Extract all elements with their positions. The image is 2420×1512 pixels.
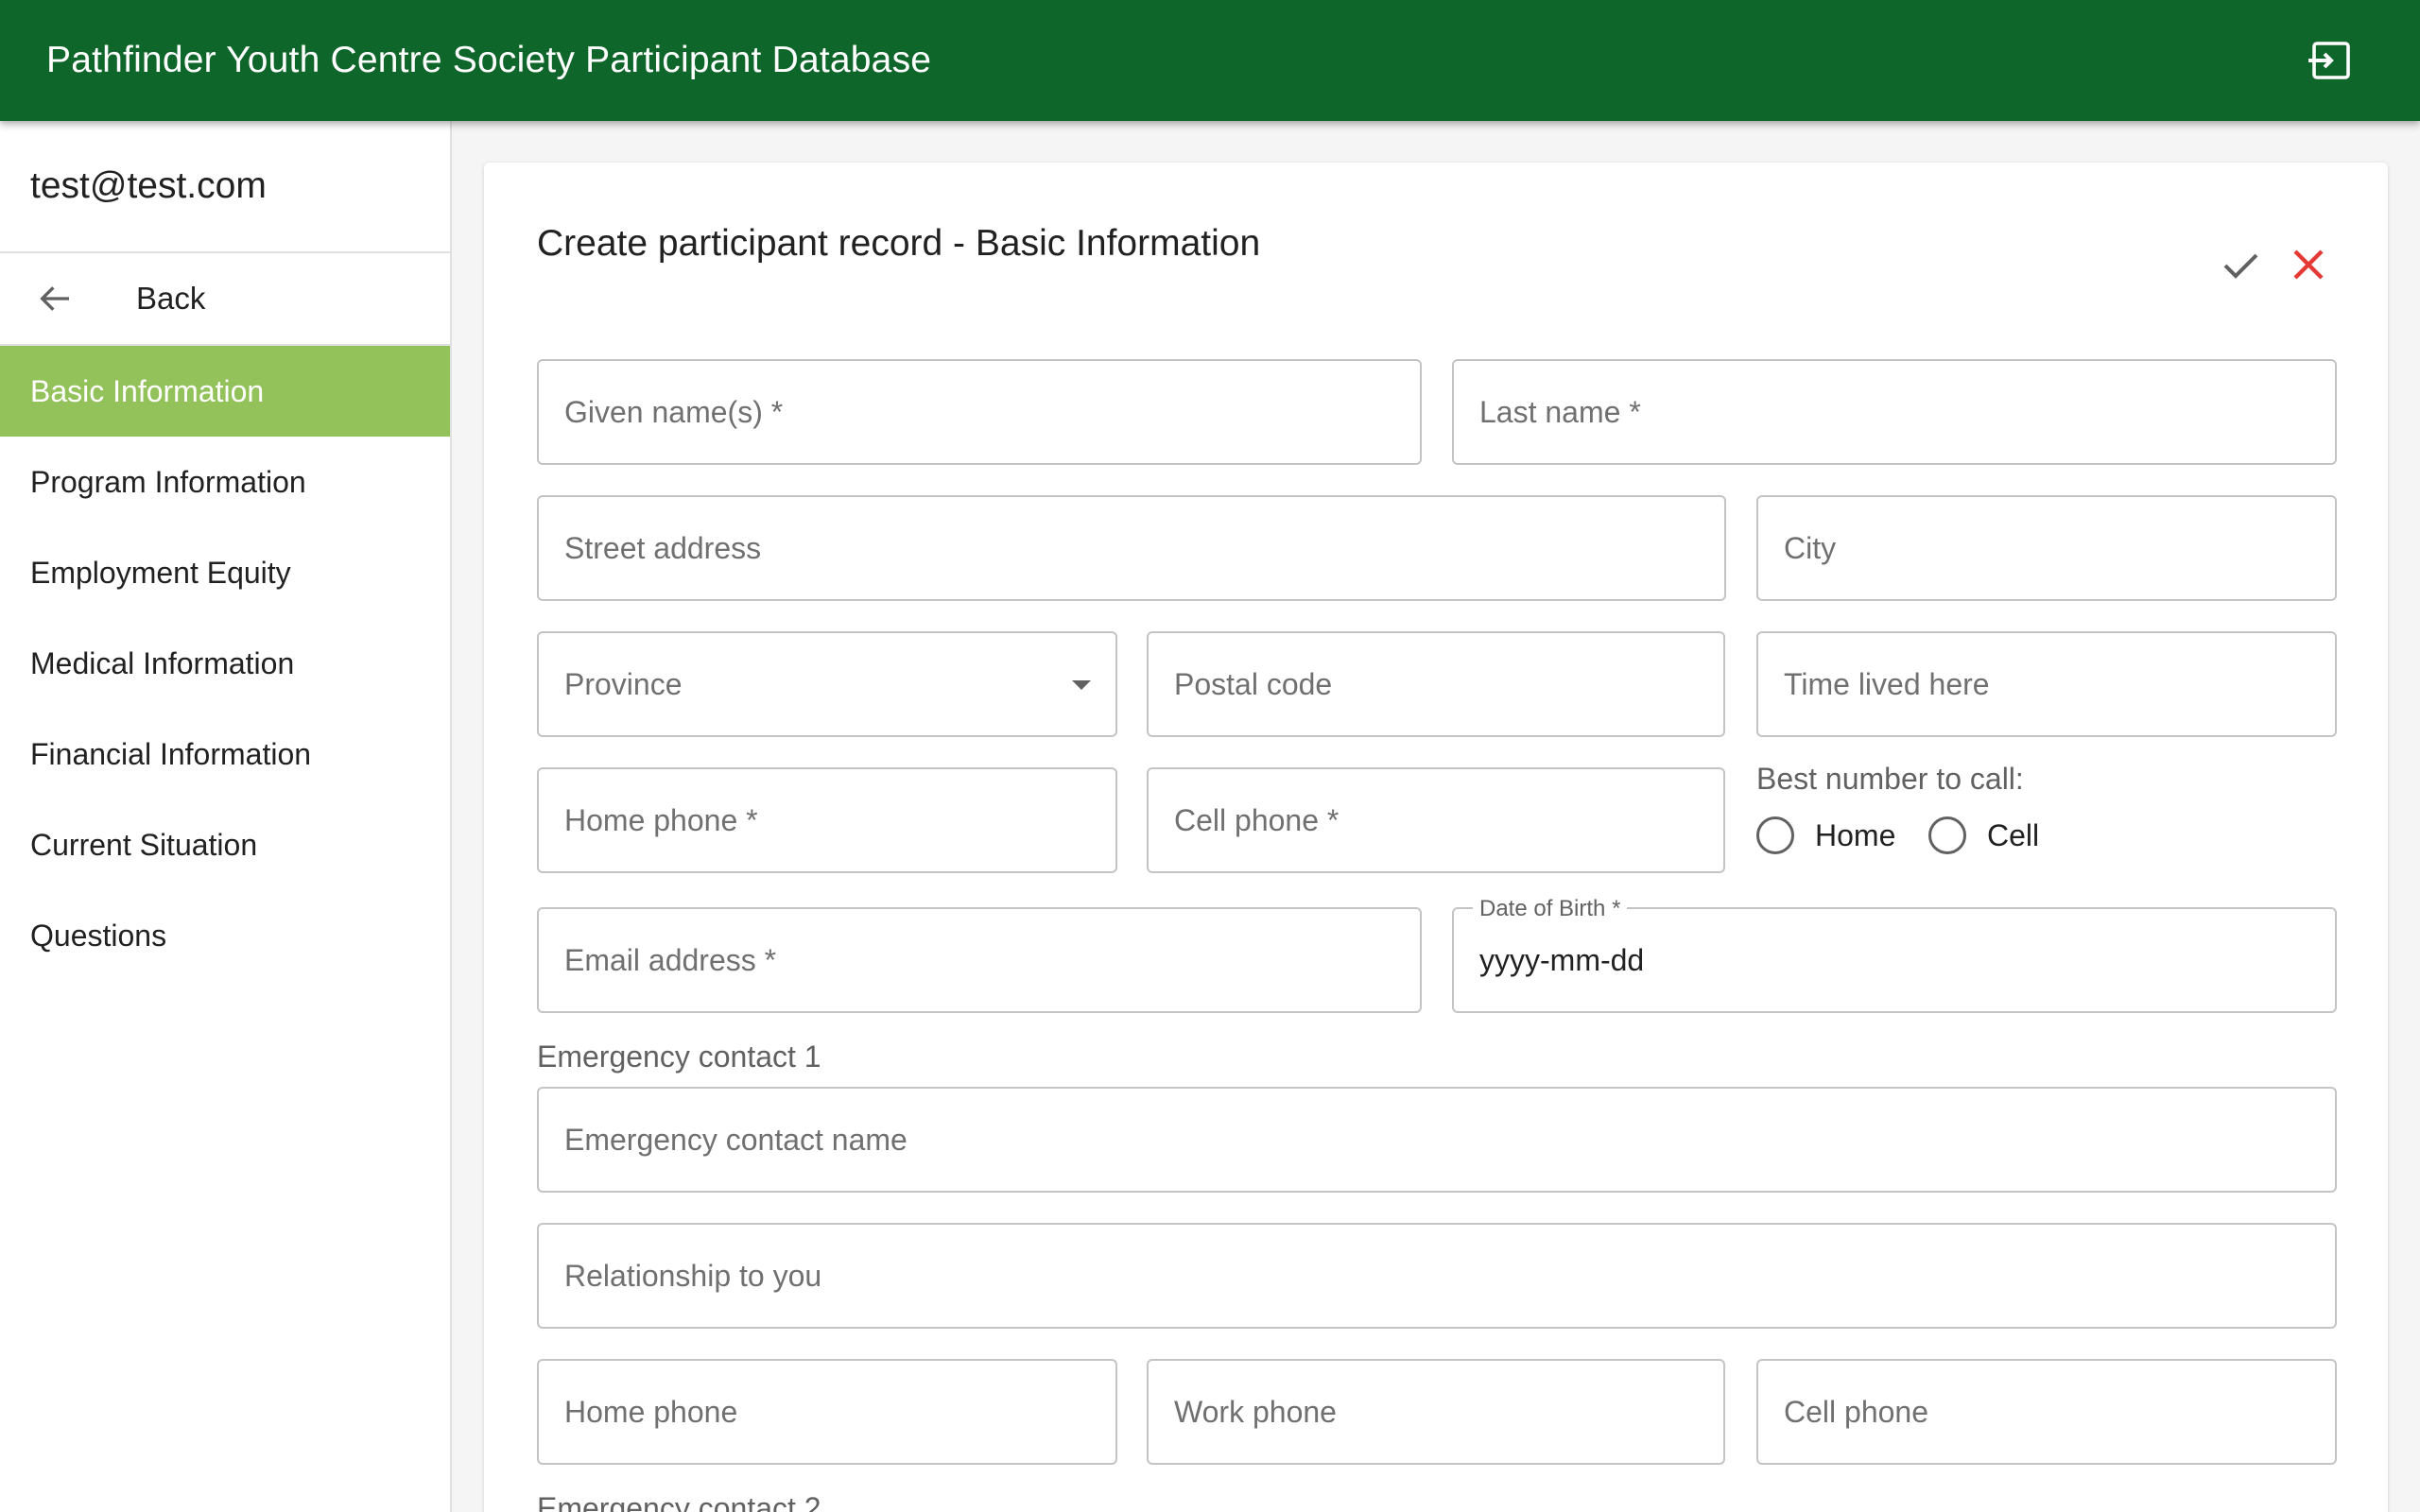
emergency-cell-phone-input[interactable] (1784, 1361, 2335, 1463)
sidebar-item-medical-information[interactable]: Medical Information (0, 618, 450, 709)
sidebar-item-financial-information[interactable]: Financial Information (0, 709, 450, 799)
last-name-field[interactable] (1452, 359, 2337, 465)
save-check-icon[interactable] (2218, 242, 2263, 287)
dropdown-arrow-icon (1072, 680, 1091, 690)
cancel-close-icon[interactable] (2286, 242, 2331, 287)
sidebar-item-employment-equity[interactable]: Employment Equity (0, 527, 450, 618)
postal-code-input[interactable] (1174, 633, 1723, 735)
emergency-work-phone-field[interactable] (1147, 1359, 1725, 1465)
emergency-home-phone-field[interactable] (537, 1359, 1117, 1465)
relationship-field[interactable] (537, 1223, 2337, 1329)
date-of-birth-label: Date of Birth * (1473, 896, 1628, 922)
radio-cell[interactable]: Cell (1928, 816, 2039, 854)
sidebar-item-current-situation[interactable]: Current Situation (0, 799, 450, 890)
cell-phone-field[interactable] (1147, 767, 1725, 873)
form-card: Create participant record - Basic Inform… (484, 163, 2388, 1512)
street-address-input[interactable] (564, 497, 1724, 599)
logout-icon[interactable] (2308, 38, 2354, 83)
last-name-input[interactable] (1479, 361, 2335, 463)
given-name-field[interactable] (537, 359, 1422, 465)
city-input[interactable] (1784, 497, 2335, 599)
home-phone-field[interactable] (537, 767, 1117, 873)
email-field[interactable] (537, 907, 1422, 1013)
radio-home[interactable]: Home (1756, 816, 1895, 854)
back-button[interactable]: Back (0, 253, 450, 346)
sidebar-item-questions[interactable]: Questions (0, 890, 450, 981)
emergency-contact-name-input[interactable] (564, 1089, 2335, 1191)
emergency-work-phone-input[interactable] (1174, 1361, 1723, 1463)
time-lived-here-field[interactable] (1756, 631, 2337, 737)
relationship-input[interactable] (564, 1225, 2335, 1327)
radio-circle-icon[interactable] (1928, 816, 1966, 854)
sidebar-item-basic-information[interactable]: Basic Information (0, 346, 450, 437)
user-email: test@test.com (0, 121, 450, 253)
province-select[interactable]: Province (537, 631, 1117, 737)
street-address-field[interactable] (537, 495, 1726, 601)
email-input[interactable] (564, 909, 1420, 1011)
form-title: Create participant record - Basic Inform… (537, 223, 1261, 264)
province-placeholder: Province (564, 666, 683, 701)
sidebar-item-program-information[interactable]: Program Information (0, 437, 450, 527)
city-field[interactable] (1756, 495, 2337, 601)
emergency-cell-phone-field[interactable] (1756, 1359, 2337, 1465)
sidebar: test@test.com Back Basic Information Pro… (0, 121, 452, 1512)
date-of-birth-field[interactable]: Date of Birth * yyyy-mm-dd (1452, 896, 2337, 1013)
radio-circle-icon[interactable] (1756, 816, 1794, 854)
arrow-left-icon (36, 280, 74, 318)
emergency-contact-1-heading: Emergency contact 1 (537, 1040, 821, 1074)
date-of-birth-value[interactable]: yyyy-mm-dd (1479, 943, 1644, 978)
postal-code-field[interactable] (1147, 631, 1725, 737)
time-lived-here-input[interactable] (1784, 633, 2335, 735)
home-phone-input[interactable] (564, 769, 1115, 871)
sidebar-nav: Basic Information Program Information Em… (0, 346, 450, 981)
emergency-contact-2-heading: Emergency contact 2 (537, 1491, 821, 1512)
given-name-input[interactable] (564, 361, 1420, 463)
radio-home-label: Home (1815, 817, 1896, 852)
best-number-label: Best number to call: (1756, 762, 2024, 796)
back-label: Back (136, 281, 206, 316)
app-bar: Pathfinder Youth Centre Society Particip… (0, 0, 2420, 121)
app-title: Pathfinder Youth Centre Society Particip… (46, 40, 932, 80)
radio-cell-label: Cell (1987, 817, 2040, 852)
cell-phone-input[interactable] (1174, 769, 1723, 871)
emergency-contact-name-field[interactable] (537, 1087, 2337, 1193)
emergency-home-phone-input[interactable] (564, 1361, 1115, 1463)
